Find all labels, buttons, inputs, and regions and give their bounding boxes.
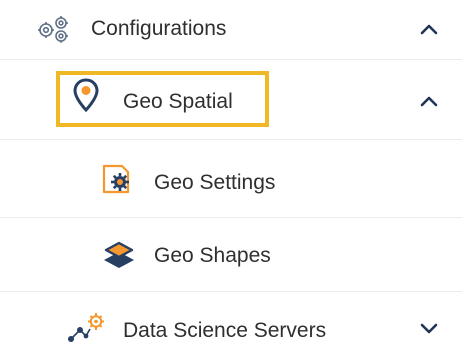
chevron-down-icon[interactable] [420,322,438,334]
menu-item-geo-settings[interactable]: Geo Settings [0,140,462,218]
menu-item-label: Data Science Servers [123,319,327,342]
menu-item-label: Configurations [91,17,227,40]
menu-item-geo-spatial[interactable]: Geo Spatial [0,60,462,140]
network-gear-icon [68,313,104,342]
menu-item-label: Geo Spatial [123,90,233,113]
layers-icon [104,241,134,268]
location-pin-icon [73,78,99,112]
menu-item-label: Geo Settings [154,171,276,194]
chevron-up-icon[interactable] [420,95,438,107]
menu-item-geo-shapes[interactable]: Geo Shapes [0,218,462,292]
menu-item-data-science-servers[interactable]: Data Science Servers [0,292,462,343]
chevron-up-icon[interactable] [420,23,438,35]
document-gear-icon [102,164,130,194]
navigation-menu: Configurations Geo Spatial Geo Settings … [0,0,462,343]
menu-item-label: Geo Shapes [154,244,271,267]
gears-icon [38,16,68,43]
menu-item-configurations[interactable]: Configurations [0,0,462,60]
